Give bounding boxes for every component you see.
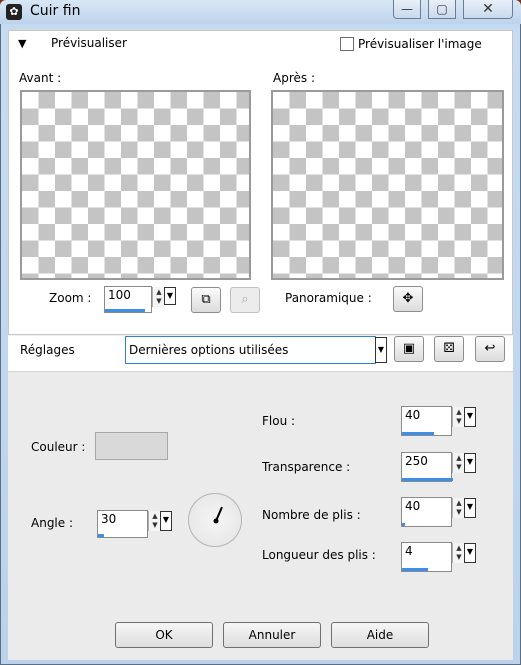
- angle-dropdown-arrow[interactable]: ▼: [160, 511, 172, 531]
- spin-up-icon[interactable]: ▲: [454, 454, 464, 462]
- reset-button[interactable]: ↩: [475, 336, 505, 362]
- color-swatch[interactable]: [95, 432, 168, 460]
- zoom-spinner[interactable]: ▲ ▼: [152, 287, 164, 307]
- close-button[interactable]: ✕: [463, 0, 513, 19]
- spin-down-icon[interactable]: ▼: [454, 553, 464, 561]
- preview-section-title: Prévisualiser: [51, 36, 127, 50]
- pan-button[interactable]: ✥: [393, 286, 423, 312]
- angle-slider-bar[interactable]: [98, 534, 104, 537]
- maximize-button[interactable]: ▢: [428, 0, 456, 19]
- angle-dial-needle: [213, 506, 223, 524]
- folds-label: Nombre de plis :: [262, 508, 361, 522]
- floppy-disk-icon: ▣: [402, 341, 416, 356]
- zoom-tool-icon: ⌕: [241, 292, 249, 307]
- transparency-input[interactable]: 250: [401, 452, 453, 482]
- cancel-button[interactable]: Annuler: [223, 622, 321, 648]
- zoom-value: 100: [108, 288, 131, 302]
- help-button[interactable]: Aide: [331, 622, 429, 648]
- reset-arrow-icon: ↩: [484, 341, 496, 356]
- angle-input[interactable]: 30: [97, 510, 148, 538]
- fold-length-value: 4: [405, 544, 413, 558]
- settings-dropdown-arrow[interactable]: ▼: [375, 337, 387, 363]
- zoom-fit-button[interactable]: ⧉: [191, 287, 221, 313]
- blur-dropdown-arrow[interactable]: ▼: [464, 407, 476, 427]
- window-title: Cuir fin: [30, 3, 81, 19]
- settings-label: Réglages: [20, 343, 75, 357]
- ok-button[interactable]: OK: [115, 622, 213, 648]
- zoom-dropdown-arrow[interactable]: ▼: [164, 287, 176, 305]
- spin-up-icon[interactable]: ▲: [154, 288, 164, 296]
- after-preview-canvas[interactable]: [271, 90, 504, 280]
- zoom-slider-bar[interactable]: [105, 309, 145, 312]
- spin-down-icon[interactable]: ▼: [454, 508, 464, 516]
- transparency-dropdown-arrow[interactable]: ▼: [464, 453, 476, 473]
- blur-label: Flou :: [262, 414, 296, 428]
- preview-image-checkbox[interactable]: [340, 37, 354, 51]
- folds-input[interactable]: 40: [401, 497, 452, 527]
- folds-spinner[interactable]: ▲ ▼: [452, 498, 464, 518]
- fold-length-spinner[interactable]: ▲ ▼: [452, 543, 464, 563]
- settings-selected-value: Dernières options utilisées: [129, 343, 289, 357]
- after-label: Après :: [273, 71, 315, 85]
- app-icon: ✿: [6, 4, 22, 20]
- angle-value: 30: [101, 512, 117, 526]
- fold-length-label: Longueur des plis :: [262, 548, 376, 562]
- blur-value: 40: [405, 408, 421, 422]
- spin-down-icon[interactable]: ▼: [154, 297, 164, 305]
- fold-length-input[interactable]: 4: [401, 542, 452, 572]
- zoom-tool-button[interactable]: ⌕: [230, 287, 260, 313]
- color-label: Couleur :: [31, 440, 86, 454]
- zoom-input[interactable]: 100: [104, 286, 152, 313]
- angle-dial[interactable]: [188, 493, 242, 547]
- pan-label: Panoramique :: [285, 291, 372, 305]
- fit-to-window-icon: ⧉: [201, 292, 211, 307]
- transparency-value: 250: [405, 454, 428, 468]
- transparency-label: Transparence :: [262, 460, 351, 474]
- blur-slider-bar[interactable]: [402, 432, 434, 435]
- spin-up-icon[interactable]: ▲: [454, 544, 464, 552]
- save-settings-button[interactable]: ▣: [394, 336, 424, 362]
- preview-image-label: Prévisualiser l'image: [358, 37, 482, 51]
- blur-input[interactable]: 40: [401, 406, 452, 436]
- collapse-preview-toggle[interactable]: ▼: [18, 37, 26, 50]
- folds-dropdown-arrow[interactable]: ▼: [464, 498, 476, 518]
- dice-icon: ⚄: [443, 341, 455, 356]
- spin-down-icon[interactable]: ▼: [150, 521, 160, 529]
- fold-length-dropdown-arrow[interactable]: ▼: [464, 543, 476, 563]
- folds-slider-bar[interactable]: [402, 523, 405, 526]
- minimize-button[interactable]: —: [393, 0, 421, 19]
- spin-down-icon[interactable]: ▼: [454, 463, 464, 471]
- before-preview-canvas[interactable]: [20, 90, 251, 280]
- spin-up-icon[interactable]: ▲: [150, 512, 160, 520]
- settings-select[interactable]: Dernières options utilisées: [125, 336, 376, 364]
- spin-up-icon[interactable]: ▲: [454, 408, 464, 416]
- angle-label: Angle :: [31, 516, 74, 530]
- zoom-label: Zoom :: [49, 291, 92, 305]
- transparency-spinner[interactable]: ▲ ▼: [452, 453, 464, 473]
- move-cross-icon: ✥: [402, 291, 414, 306]
- spin-down-icon[interactable]: ▼: [454, 417, 464, 425]
- transparency-slider-bar[interactable]: [402, 478, 453, 481]
- angle-spinner[interactable]: ▲ ▼: [148, 511, 160, 531]
- spin-up-icon[interactable]: ▲: [454, 499, 464, 507]
- blur-spinner[interactable]: ▲ ▼: [452, 407, 464, 427]
- folds-value: 40: [405, 499, 421, 513]
- fold-length-slider-bar[interactable]: [402, 568, 428, 571]
- randomize-button[interactable]: ⚄: [434, 336, 464, 362]
- before-label: Avant :: [19, 71, 62, 85]
